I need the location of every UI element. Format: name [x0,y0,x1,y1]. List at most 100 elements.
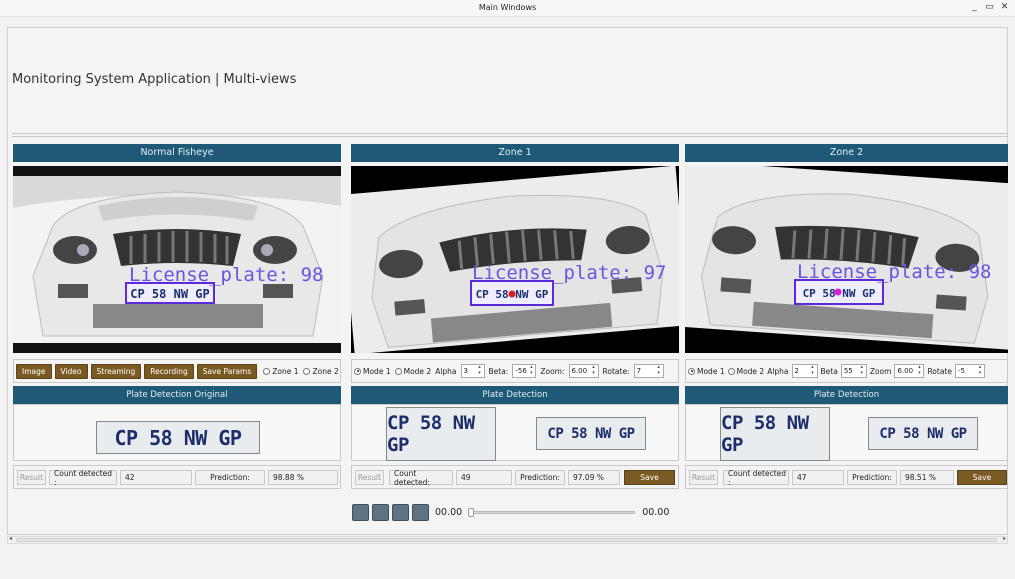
zoom-label: Zoom [869,366,892,376]
record-icon[interactable] [412,504,429,521]
video-view-zone2: CP 58 NW GP License_plate: 98 [685,166,1008,353]
result-button[interactable]: Result [689,470,718,485]
scroll-left-icon[interactable]: ◂ [9,535,12,542]
count-value: 47 [792,470,844,485]
car-image: CP 58 NW GP License_plate: 98 [13,166,341,353]
close-icon[interactable]: ✕ [1000,2,1009,12]
video-button[interactable]: Video [54,363,88,379]
count-value: 42 [120,470,192,485]
plate-crop: CP 58 NW GP [536,417,646,450]
zone2-radio[interactable]: Zone 2 [303,367,339,376]
panel-header-zone2: Zone 2 [685,144,1008,162]
time-total: 00.00 [642,507,670,518]
beta-spinbox[interactable]: -56 [512,364,537,378]
divider [12,133,1008,134]
beta-label: Beta: [488,366,509,376]
prediction-value: 98.51 % [900,470,954,485]
detection-label: License_plate: 98 [797,261,991,283]
zone1-radio[interactable]: Zone 1 [263,367,298,376]
mode1-radio[interactable]: Mode 1 [688,367,725,376]
slider-handle[interactable] [468,508,475,517]
plate-crop: CP 58 NW GP [868,417,978,450]
mode2-radio[interactable]: Mode 2 [394,367,431,376]
plate-crop: CP 58 NW GP [96,421,260,454]
scroll-thumb[interactable] [16,538,997,542]
result-bar-zone1: Result Count detected: 49 Prediction: 97… [351,465,679,489]
save-button[interactable]: Save [957,470,1007,485]
mode2-radio[interactable]: Mode 2 [727,367,764,376]
save-params-button[interactable]: Save Params [196,363,258,379]
seek-slider[interactable] [468,508,636,517]
radio-icon [263,367,271,375]
radio-icon [354,367,361,375]
detection-label: License_plate: 98 [129,264,323,286]
detection-header-original: Plate Detection Original [13,386,341,404]
video-view-normal: CP 58 NW GP License_plate: 98 [13,166,341,353]
alpha-spinbox[interactable]: 3 [460,364,485,378]
detection-box-original: CP 58 NW GP [13,404,341,461]
minimize-icon[interactable]: _ [970,2,979,12]
radio-icon [688,367,695,375]
beta-spinbox[interactable]: 55 [840,364,867,378]
result-bar-original: Result Count detected : 42 Prediction: 9… [13,465,341,489]
streaming-button[interactable]: Streaming [90,363,142,379]
prediction-label: Prediction: [195,470,265,485]
rotate-label: Rotate [927,366,952,376]
count-label: Count detected : [723,469,789,487]
alpha-label: Alpha [435,366,457,376]
rotate-label: Rotate: [602,366,630,376]
panel-header-zone1: Zone 1 [351,144,679,162]
mode1-radio[interactable]: Mode 1 [354,367,391,376]
beta-label: Beta [820,366,838,376]
count-label: Count detected: [389,469,453,487]
count-value: 49 [456,470,512,485]
play-icon[interactable] [352,504,369,521]
result-bar-zone2: Result Count detected : 47 Prediction: 9… [685,465,1008,489]
prediction-label: Prediction: [515,470,565,485]
image-button[interactable]: Image [16,363,52,379]
zoom-label: Zoom: [540,366,565,376]
horizontal-scrollbar[interactable]: ◂ ▸ [7,535,1008,544]
radio-icon [727,367,735,375]
detection-label: License_plate: 97 [472,262,666,284]
controls-bar-normal: Image Video Streaming Recording Save Par… [13,359,341,383]
prediction-value: 98.88 % [268,470,338,485]
video-view-zone1: CP 58 NW GP License_plate: 97 [351,166,679,353]
window-title: Main Windows [478,3,537,12]
zoom-spinbox[interactable]: 6.00 [568,364,599,378]
radio-icon [394,367,402,375]
rotate-spinbox[interactable]: -5 [955,364,985,378]
rotate-spinbox[interactable]: 7 [633,364,664,378]
count-label: Count detected : [49,469,117,487]
stop-icon[interactable] [392,504,409,521]
car-image: CP 58 NW GP License_plate: 97 [351,166,679,353]
recording-button[interactable]: Recording [144,363,194,379]
car-image: CP 58 NW GP License_plate: 98 [685,166,1008,353]
controls-bar-zone2: Mode 1 Mode 2 Alpha 2 Beta 55 Zoom 6.00 … [685,359,1008,383]
divider [12,136,1008,137]
detection-header-zone2: Plate Detection [685,386,1008,404]
plate-crop-warped: CP 58 NW GP [720,407,830,461]
player-controls: 00.00 00.00 [352,504,669,521]
controls-bar-zone1: Mode 1 Mode 2 Alpha 3 Beta: -56 Zoom: 6.… [351,359,679,383]
maximize-icon[interactable]: ▭ [985,2,994,12]
zoom-spinbox[interactable]: 6.00 [894,364,925,378]
radio-icon [303,367,311,375]
plate-crop-warped: CP 58 NW GP [386,407,496,461]
result-button[interactable]: Result [355,470,384,485]
time-current: 00.00 [435,507,463,518]
result-button[interactable]: Result [17,470,46,485]
app-title: Monitoring System Application | Multi-vi… [12,72,297,87]
save-button[interactable]: Save [624,470,675,485]
panel-header-normal: Normal Fisheye [13,144,341,162]
plate-overlay-text: CP 58 NW GP [130,287,209,301]
window-titlebar: Main Windows _ ▭ ✕ [0,0,1015,17]
window-controls: _ ▭ ✕ [970,2,1009,12]
scroll-right-icon[interactable]: ▸ [1003,535,1006,542]
detection-box-zone1: CP 58 NW GP CP 58 NW GP [351,404,679,461]
prediction-label: Prediction: [847,470,897,485]
alpha-spinbox[interactable]: 2 [791,364,818,378]
prediction-value: 97.09 % [568,470,620,485]
pause-icon[interactable] [372,504,389,521]
center-dot [508,290,516,298]
